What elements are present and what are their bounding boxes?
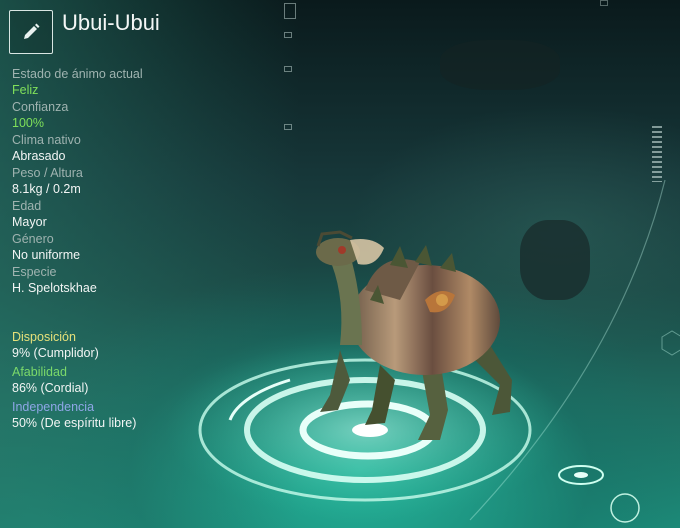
pal-traits-panel: Disposición 9% (Cumplidor) Afabilidad 86… [12, 330, 232, 435]
stat-label: Estado de ánimo actual [12, 67, 143, 81]
stat-label: Especie [12, 265, 57, 279]
small-ring [610, 493, 640, 523]
hud-mark [600, 0, 608, 6]
stat-value: Mayor [12, 214, 47, 229]
stat-value: 100% [12, 115, 44, 130]
pal-stats-panel: Estado de ánimo actual Feliz Confianza 1… [12, 67, 232, 298]
stat-label: Clima nativo [12, 133, 81, 147]
stat-label: Peso / Altura [12, 166, 83, 180]
hud-mark [284, 3, 296, 19]
stat-label: Edad [12, 199, 42, 213]
stat-trust: Confianza 100% [12, 100, 232, 131]
hud-hexagon [661, 330, 680, 356]
trait-disposition: Disposición 9% (Cumplidor) [12, 330, 232, 361]
pal-name: Ubui-Ubui [62, 10, 160, 35]
trait-value: 50% (De espíritu libre) [12, 415, 137, 430]
stat-value: Abrasado [12, 148, 66, 163]
edit-name-button[interactable] [9, 10, 53, 54]
trait-affability: Afabilidad 86% (Cordial) [12, 365, 232, 396]
trait-value: 86% (Cordial) [12, 380, 89, 395]
stat-value: H. Spelotskhae [12, 280, 97, 295]
trait-label: Disposición [12, 330, 76, 344]
stat-label: Confianza [12, 100, 69, 114]
stat-weight-height: Peso / Altura 8.1kg / 0.2m [12, 166, 232, 197]
stat-gender: Género No uniforme [12, 232, 232, 263]
trait-label: Independencia [12, 400, 95, 414]
stat-value: Feliz [12, 82, 39, 97]
hud-mark [284, 124, 292, 130]
stat-climate: Clima nativo Abrasado [12, 133, 232, 164]
pencil-icon [24, 23, 40, 39]
stat-age: Edad Mayor [12, 199, 232, 230]
stat-label: Género [12, 232, 54, 246]
trait-independence: Independencia 50% (De espíritu libre) [12, 400, 232, 431]
hud-scale-bars [652, 126, 662, 182]
hud-mark [284, 32, 292, 38]
small-ring [574, 472, 588, 478]
trait-value: 9% (Cumplidor) [12, 345, 99, 360]
stat-species: Especie H. Spelotskhae [12, 265, 232, 296]
stat-mood: Estado de ánimo actual Feliz [12, 67, 232, 98]
hud-mark [284, 66, 292, 72]
stat-value: No uniforme [12, 247, 81, 262]
platform-center [352, 423, 388, 437]
trait-label: Afabilidad [12, 365, 67, 379]
stat-value: 8.1kg / 0.2m [12, 181, 81, 196]
